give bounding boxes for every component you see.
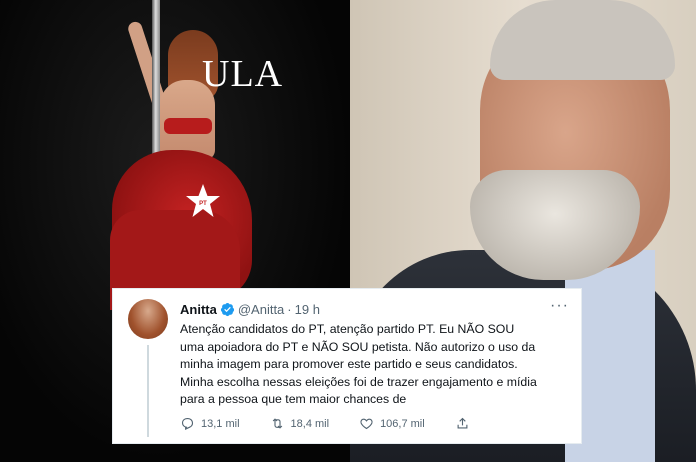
handle[interactable]: @Anitta [238,302,284,317]
display-name[interactable]: Anitta [180,302,217,317]
tweet-header: Anitta @Anitta · 19 h [180,302,320,317]
tweet-card[interactable]: Anitta @Anitta · 19 h ··· Atenção candid… [112,288,582,444]
tweet-text: Atenção candidatos do PT, atenção partid… [180,321,572,409]
thread-line [147,345,149,437]
retweet-icon [272,418,282,429]
reply-icon [181,417,194,431]
tweet-line: para a pessoa que tem maior chances de [180,392,407,406]
tweet-actions: 13,1 mil 18,4 mil 106,7 mil [180,416,540,431]
tweet-line: Atenção candidatos do PT, atenção partid… [180,322,515,336]
separator: · [287,302,292,317]
retweet-button[interactable]: 18,4 mil [270,416,330,431]
tweet-line: minha imagem para promover este partido … [180,357,518,371]
figure-top [164,118,212,134]
tweet-line: uma apoiadora do PT e NÃO SOU petista. N… [180,339,536,354]
tweet-line: Minha escolha nessas eleições foi de tra… [180,374,537,389]
hair [490,0,675,80]
overlay-text: ULA [202,53,284,95]
heart-icon [360,418,373,430]
star-label: PT [199,201,207,207]
share-icon [457,417,468,429]
reply-button[interactable]: 13,1 mil [180,416,240,431]
more-options-icon[interactable]: ··· [550,297,569,315]
pt-star-icon: PT [186,184,220,217]
timestamp[interactable]: 19 h [295,302,320,317]
avatar[interactable] [128,299,168,339]
like-button[interactable]: 106,7 mil [359,416,425,431]
like-count: 106,7 mil [380,417,425,430]
retweet-count: 18,4 mil [290,417,330,430]
share-button[interactable] [455,416,470,431]
reply-count: 13,1 mil [201,417,240,430]
verified-badge-icon [220,302,234,317]
